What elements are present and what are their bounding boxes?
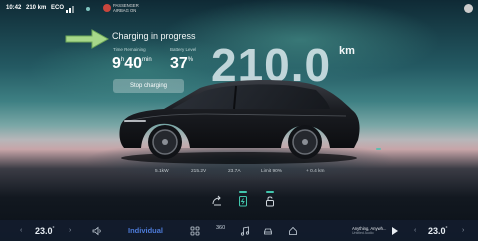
- arrow-right-icon: [65, 29, 110, 49]
- volume-icon[interactable]: [92, 226, 102, 236]
- eco-icon: ECO: [51, 5, 65, 11]
- now-playing-artist: Untitled Audio: [352, 231, 374, 235]
- avatar[interactable]: [464, 4, 473, 13]
- charge-port-icon: [239, 196, 247, 207]
- status-bar: 10:42 210 km ECO PASSENGER AIRBAG ON: [0, 0, 478, 18]
- charging-stats: 5.1kW 215.2V 23.7A Limit 90% + 0.4 km: [150, 169, 350, 177]
- drive-mode-button[interactable]: Individual: [128, 226, 163, 235]
- play-icon[interactable]: [392, 227, 398, 235]
- vehicle-image: [119, 80, 360, 164]
- driver-temperature: 23.0°: [35, 226, 55, 236]
- battery-level-label: Battery Level: [170, 47, 197, 52]
- battery-level-value: 37%: [170, 55, 194, 72]
- now-playing-widget[interactable]: Anything, Anywh... Untitled Audio: [340, 223, 430, 238]
- temp-left-increase[interactable]: ›: [69, 227, 71, 234]
- bottom-dock: ‹ 23.0° › Individual 360 Anything, Anywh…: [0, 220, 478, 241]
- range-gain: + 0.4 km: [306, 169, 325, 174]
- connectivity-icon: [86, 7, 90, 11]
- temp-left-decrease[interactable]: ‹: [20, 227, 22, 234]
- home-icon[interactable]: [288, 226, 298, 236]
- charging-current: 23.7A: [228, 169, 241, 174]
- airbag-icon: [103, 4, 111, 12]
- car-icon[interactable]: [263, 226, 273, 236]
- time-remaining-label: Time Remaining: [113, 47, 146, 52]
- temp-right-decrease[interactable]: ‹: [414, 227, 416, 234]
- active-indicator: [266, 191, 274, 193]
- camera-360-button[interactable]: 360: [216, 225, 225, 231]
- charging-power: 5.1kW: [155, 169, 169, 174]
- airbag-status: PASSENGER AIRBAG ON: [113, 3, 139, 13]
- unlock-icon: [266, 196, 274, 207]
- charge-port-button[interactable]: [237, 191, 249, 207]
- temp-right-increase[interactable]: ›: [462, 227, 464, 234]
- time-remaining-value: 9h40min: [112, 55, 152, 72]
- active-indicator: [239, 191, 247, 193]
- status-range: 210 km: [26, 5, 47, 11]
- signal-icon: [66, 6, 74, 13]
- charge-schedule-button[interactable]: [211, 195, 223, 207]
- charging-status-title: Charging in progress: [112, 31, 196, 41]
- range-unit: km: [339, 45, 355, 57]
- passenger-temperature: 23.0°: [428, 226, 448, 236]
- schedule-icon: [212, 195, 221, 206]
- charge-port-indicator: [376, 148, 381, 150]
- charge-limit: Limit 90%: [261, 169, 283, 174]
- charging-voltage: 215.2V: [191, 169, 207, 174]
- apps-icon[interactable]: [190, 226, 200, 236]
- music-icon[interactable]: [240, 226, 250, 236]
- clock: 10:42: [6, 5, 22, 11]
- charge-lock-button[interactable]: [264, 191, 276, 207]
